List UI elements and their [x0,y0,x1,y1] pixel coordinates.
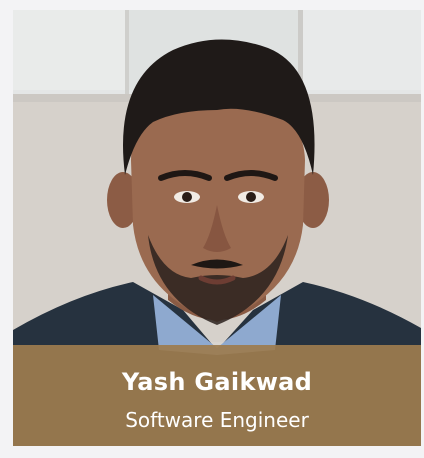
team-member-card: Yash Gaikwad Software Engineer [0,0,424,458]
profile-caption: Yash Gaikwad Software Engineer [13,345,421,446]
member-role: Software Engineer [125,408,309,432]
member-name: Yash Gaikwad [121,368,313,396]
